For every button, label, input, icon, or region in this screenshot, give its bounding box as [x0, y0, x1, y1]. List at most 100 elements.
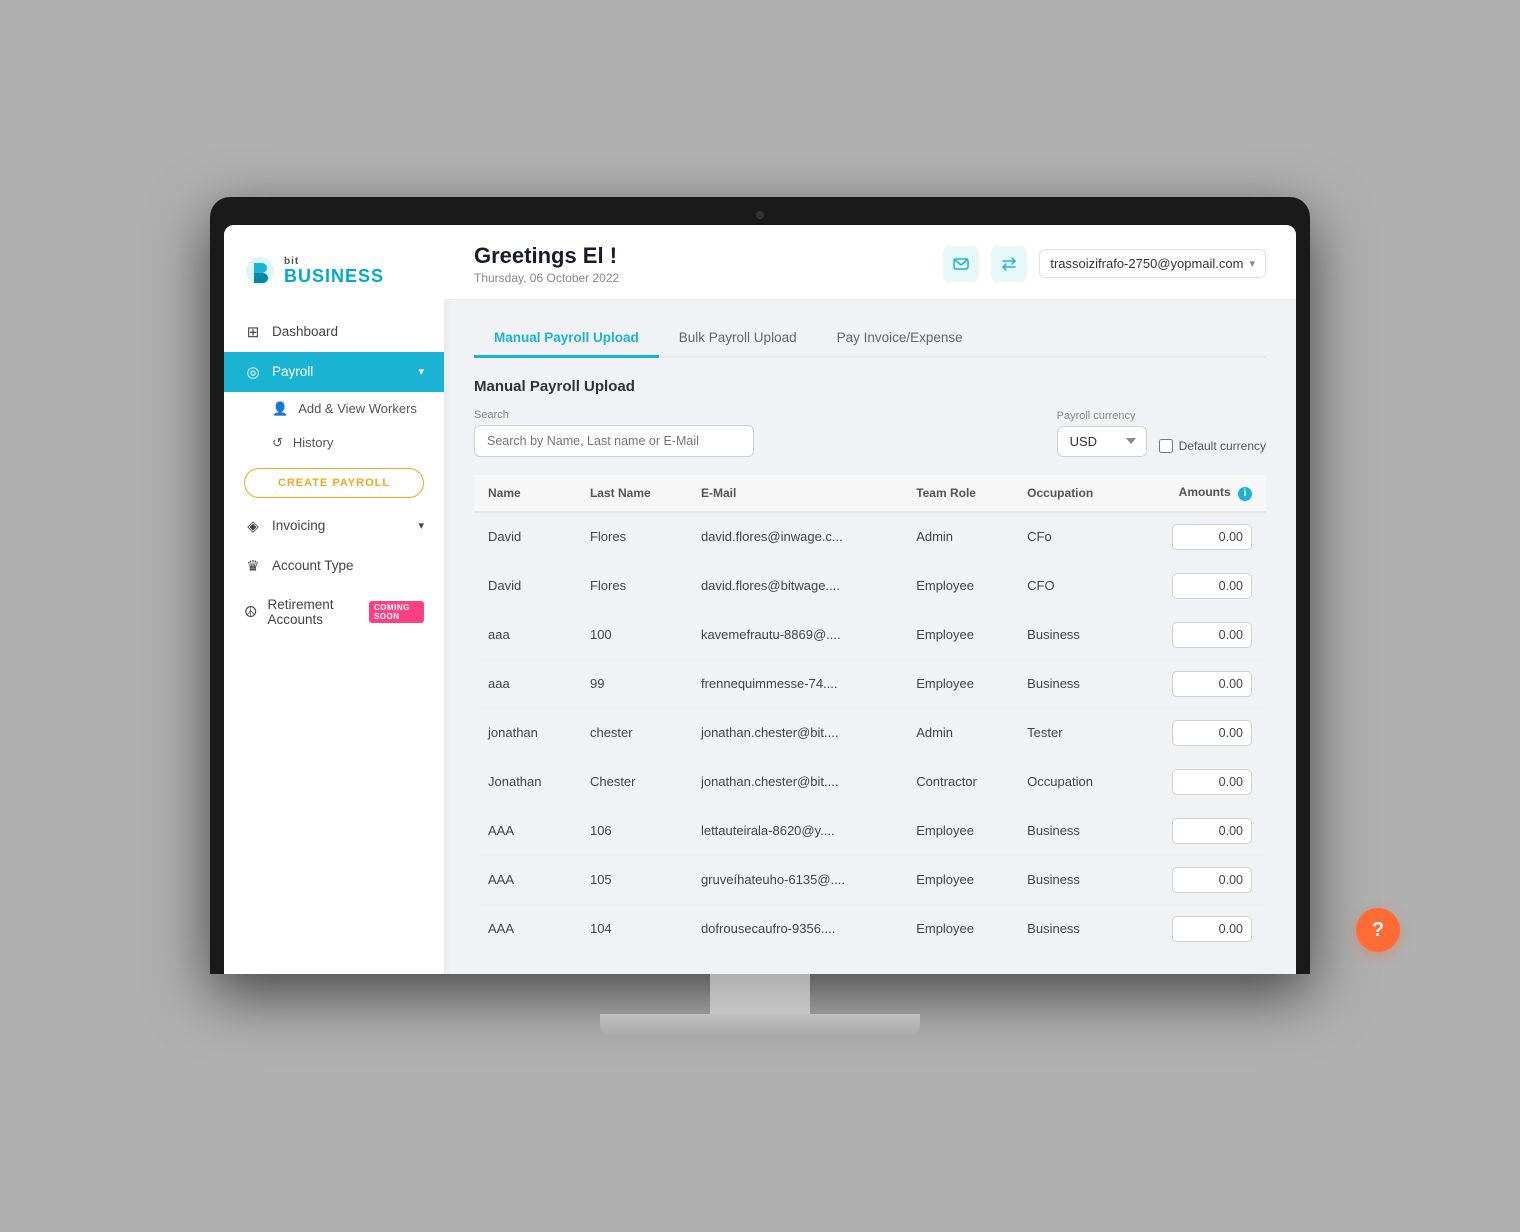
cell-role: Contractor [902, 757, 1013, 806]
currency-group: Payroll currency USD EUR GBP BTC [1057, 410, 1266, 457]
transfer-button[interactable] [991, 246, 1027, 282]
cell-name: AAA [474, 806, 576, 855]
amount-input[interactable] [1172, 622, 1252, 648]
table-row: David Flores david.flores@bitwage.... Em… [474, 561, 1266, 610]
cell-email: lettauteirala-8620@y.... [687, 806, 902, 855]
sidebar-item-payroll[interactable]: ◎ Payroll ▾ [224, 352, 444, 392]
amounts-info-icon[interactable]: i [1238, 487, 1252, 501]
create-payroll-button[interactable]: CREATE PAYROLL [244, 468, 424, 498]
amount-input[interactable] [1172, 524, 1252, 550]
cell-name: Jonathan [474, 757, 576, 806]
cell-email: frennequimmesse-74.... [687, 659, 902, 708]
cell-amount [1131, 757, 1266, 806]
notifications-button[interactable] [943, 246, 979, 282]
sidebar-item-history[interactable]: ↺ History [224, 426, 444, 460]
payroll-subnav: 👤 Add & View Workers ↺ History CREATE PA… [224, 392, 444, 506]
table-row: AAA 105 gruveíhateuho-6135@.... Employee… [474, 855, 1266, 904]
help-button[interactable]: ? [1356, 908, 1400, 952]
sidebar-item-label: Dashboard [272, 324, 338, 339]
cell-occupation: CFo [1013, 512, 1131, 562]
sidebar-item-account-type[interactable]: ♛ Account Type [224, 546, 444, 586]
cell-role: Admin [902, 708, 1013, 757]
date-label: Thursday, 06 October 2022 [474, 271, 619, 285]
cell-occupation: Business [1013, 659, 1131, 708]
cell-email: david.flores@inwage.c... [687, 512, 902, 562]
col-header-occupation: Occupation [1013, 475, 1131, 512]
cell-name: AAA [474, 855, 576, 904]
topbar-right: trassoizifrafo-2750@yopmail.com ▾ [943, 246, 1266, 282]
currency-select[interactable]: USD EUR GBP BTC [1057, 426, 1147, 457]
cell-role: Employee [902, 561, 1013, 610]
table-row: aaa 100 kavemefrautu-8869@.... Employee … [474, 610, 1266, 659]
search-input[interactable] [474, 425, 754, 457]
cell-occupation: Business [1013, 610, 1131, 659]
table-row: aaa 99 frennequimmesse-74.... Employee B… [474, 659, 1266, 708]
table-row: AAA 106 lettauteirala-8620@y.... Employe… [474, 806, 1266, 855]
cell-occupation: Business [1013, 904, 1131, 953]
tab-manual-payroll[interactable]: Manual Payroll Upload [474, 320, 659, 358]
cell-email: jonathan.chester@bit.... [687, 708, 902, 757]
logo-wage: BUSINESS [284, 267, 384, 285]
amount-input[interactable] [1172, 818, 1252, 844]
amount-input[interactable] [1172, 769, 1252, 795]
cell-role: Employee [902, 659, 1013, 708]
cell-amount [1131, 708, 1266, 757]
sidebar-item-retirement[interactable]: ☮ Retirement Accounts COMING SOON [224, 586, 444, 638]
dashboard-icon: ⊞ [244, 323, 262, 341]
cell-occupation: Business [1013, 806, 1131, 855]
sidebar-item-label: Account Type [272, 558, 354, 573]
cell-occupation: Business [1013, 855, 1131, 904]
cell-lastname: 105 [576, 855, 687, 904]
main-content: Greetings El ! Thursday, 06 October 2022 [444, 225, 1296, 974]
col-header-lastname: Last Name [576, 475, 687, 512]
user-menu[interactable]: trassoizifrafo-2750@yopmail.com ▾ [1039, 249, 1266, 278]
payroll-icon: ◎ [244, 363, 262, 381]
cell-lastname: Chester [576, 757, 687, 806]
currency-label-group: Payroll currency USD EUR GBP BTC [1057, 410, 1147, 457]
cell-occupation: CFO [1013, 561, 1131, 610]
cell-lastname: Flores [576, 512, 687, 562]
cell-amount [1131, 855, 1266, 904]
tab-bulk-payroll[interactable]: Bulk Payroll Upload [659, 320, 817, 358]
topbar: Greetings El ! Thursday, 06 October 2022 [444, 225, 1296, 300]
sidebar-item-dashboard[interactable]: ⊞ Dashboard [224, 312, 444, 352]
search-group: Search [474, 409, 754, 457]
retirement-icon: ☮ [244, 603, 257, 621]
amount-input[interactable] [1172, 720, 1252, 746]
account-type-icon: ♛ [244, 557, 262, 575]
user-email: trassoizifrafo-2750@yopmail.com [1050, 256, 1243, 271]
cell-role: Employee [902, 806, 1013, 855]
cell-amount [1131, 561, 1266, 610]
cell-name: David [474, 561, 576, 610]
cell-email: kavemefrautu-8869@.... [687, 610, 902, 659]
add-workers-icon: 👤 [272, 401, 288, 417]
cell-lastname: 100 [576, 610, 687, 659]
sidebar-item-invoicing[interactable]: ◈ Invoicing ▾ [224, 506, 444, 546]
table-row: jonathan chester jonathan.chester@bit...… [474, 708, 1266, 757]
controls-row: Search Payroll currency USD EUR GBP [474, 409, 1266, 457]
default-currency-checkbox[interactable] [1159, 439, 1173, 453]
sidebar-item-label: Retirement Accounts [267, 597, 354, 627]
cell-role: Employee [902, 904, 1013, 953]
amount-input[interactable] [1172, 573, 1252, 599]
logo-bit: bit [284, 257, 384, 267]
col-header-email: E-Mail [687, 475, 902, 512]
page-body: Manual Payroll Upload Bulk Payroll Uploa… [444, 300, 1296, 974]
tabs-row: Manual Payroll Upload Bulk Payroll Uploa… [474, 320, 1266, 358]
amount-input[interactable] [1172, 916, 1252, 942]
cell-lastname: chester [576, 708, 687, 757]
cell-lastname: Flores [576, 561, 687, 610]
sidebar-item-label: Payroll [272, 364, 313, 379]
cell-lastname: 106 [576, 806, 687, 855]
tab-pay-invoice[interactable]: Pay Invoice/Expense [817, 320, 983, 358]
chevron-down-icon: ▾ [418, 365, 424, 378]
sidebar-item-add-workers[interactable]: 👤 Add & View Workers [224, 392, 444, 426]
amount-input[interactable] [1172, 867, 1252, 893]
amount-input[interactable] [1172, 671, 1252, 697]
cell-amount [1131, 659, 1266, 708]
history-icon: ↺ [272, 435, 283, 451]
chevron-down-icon: ▾ [418, 519, 424, 532]
cell-email: gruveíhateuho-6135@.... [687, 855, 902, 904]
cell-name: aaa [474, 659, 576, 708]
col-header-amounts: Amounts i [1131, 475, 1266, 512]
